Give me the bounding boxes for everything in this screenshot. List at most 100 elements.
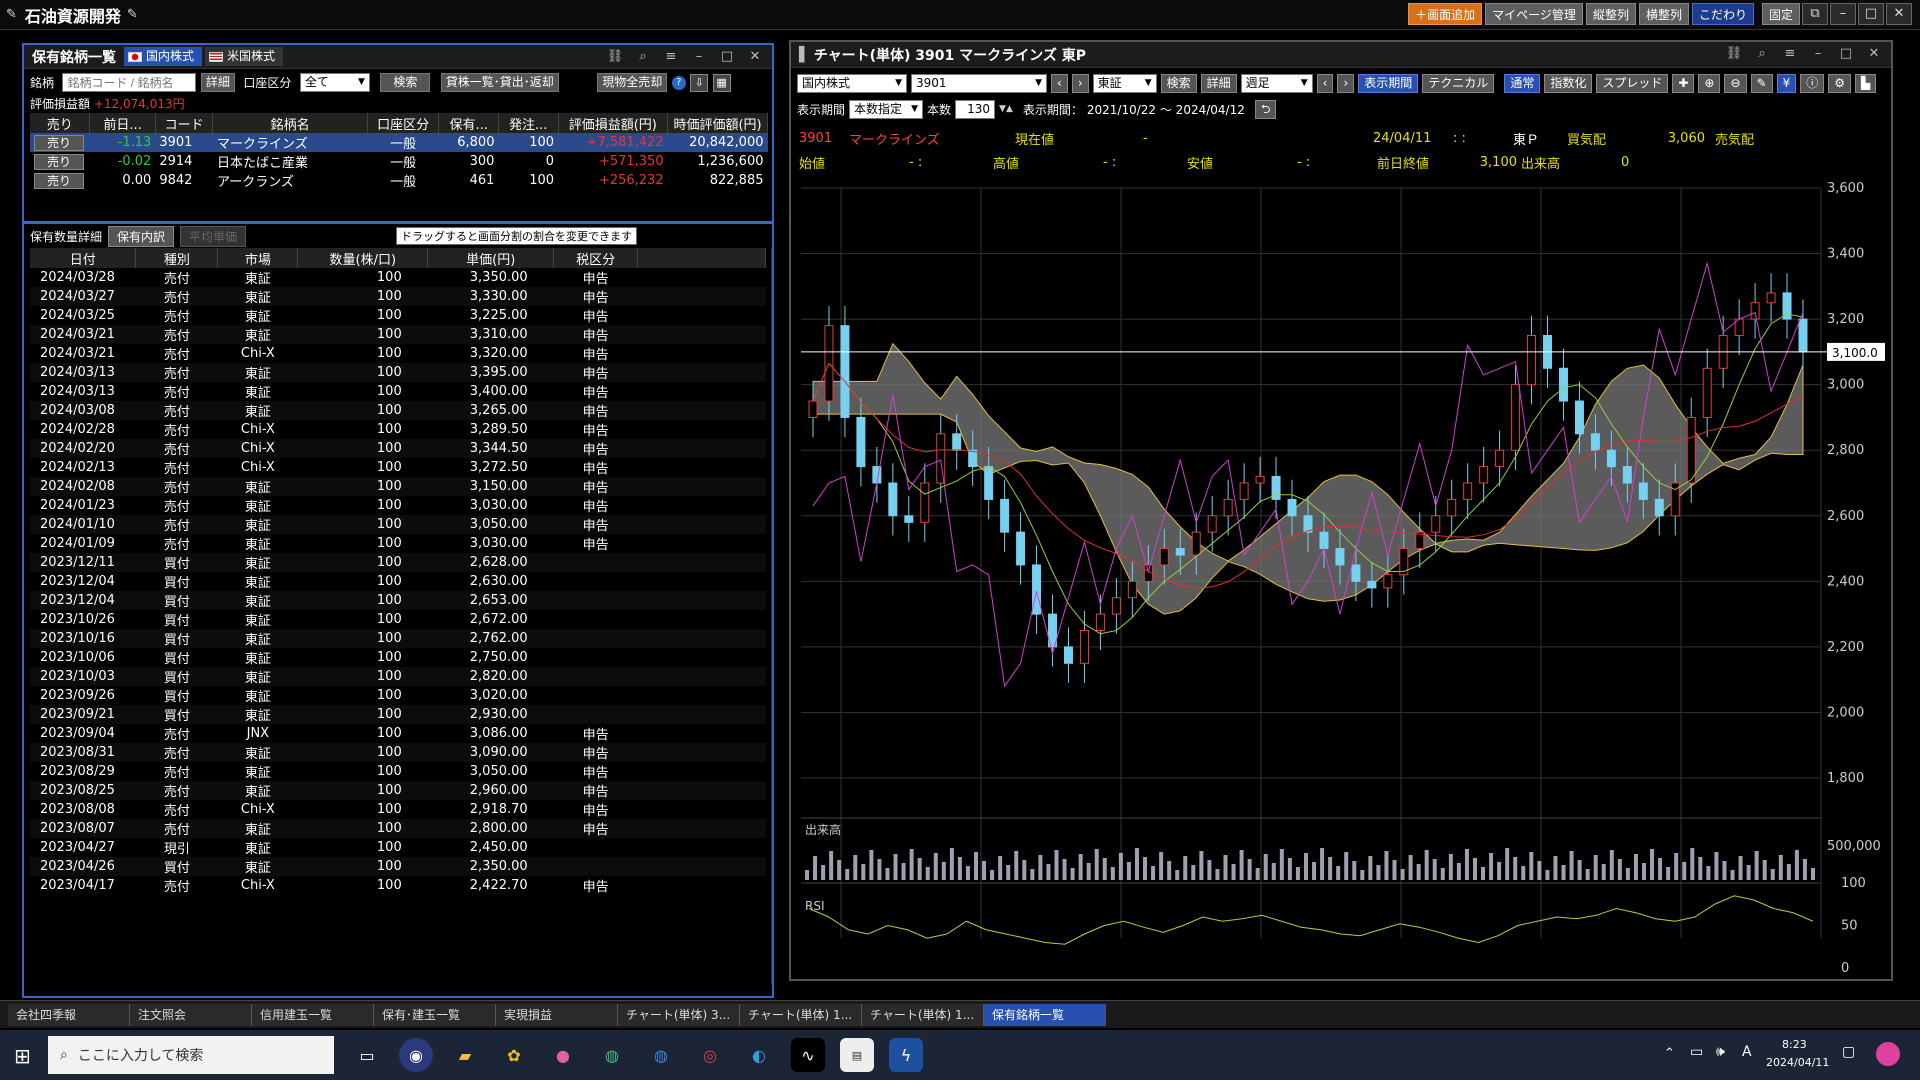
notification-icon[interactable]: ▢: [1842, 1044, 1855, 1060]
task-view-icon[interactable]: ▭: [350, 1038, 384, 1072]
download-icon[interactable]: ⇩: [690, 73, 709, 92]
vertical-align-button[interactable]: 縦整列: [1585, 3, 1636, 25]
detail-col-header[interactable]: 単価(円): [427, 248, 555, 268]
close-icon[interactable]: ✕: [744, 48, 766, 66]
tab-holding-quantity[interactable]: 保有数量詳細: [30, 228, 102, 245]
app-icon-1[interactable]: ◉: [399, 1038, 433, 1072]
table-row[interactable]: 売り -1.13 3901 マークラインズ 一般 6,800 100 +7,581,422 20…: [30, 133, 768, 152]
count-stepper-icon[interactable]: ▼▲: [999, 104, 1013, 114]
tab-us[interactable]: 米国株式: [205, 47, 284, 66]
kodawari-button[interactable]: こだわり: [1691, 3, 1754, 25]
horizontal-align-button[interactable]: 横整列: [1638, 3, 1689, 25]
sell-button[interactable]: 売り: [34, 134, 84, 151]
holdings-col-header[interactable]: 口座区分: [367, 113, 440, 133]
detail-button[interactable]: 詳細: [200, 73, 235, 92]
chart-search-button[interactable]: 検索: [1160, 73, 1197, 93]
next-period-button[interactable]: ›: [1337, 73, 1355, 93]
app-icon-doc[interactable]: ▤: [840, 1038, 874, 1072]
table-row[interactable]: 2024/02/13 売付 Chi-X 100 3,272.50 申告: [30, 458, 766, 477]
zoom-out-icon[interactable]: ⊖: [1724, 73, 1747, 93]
minimize-icon[interactable]: –: [1807, 45, 1829, 63]
period-mode-select[interactable]: 本数指定 ▼: [849, 99, 924, 119]
table-row[interactable]: 2024/03/21 売付 東証 100 3,310.00 申告: [30, 325, 766, 344]
detail-col-header[interactable]: 数量(株/口): [297, 248, 429, 268]
bottom-tab[interactable]: 会社四季報: [8, 1003, 130, 1026]
table-row[interactable]: 2024/01/09 売付 東証 100 3,030.00 申告: [30, 534, 766, 553]
bottom-tab[interactable]: 注文照会: [130, 1003, 252, 1026]
table-row[interactable]: 2023/12/04 買付 東証 100 2,630.00: [30, 572, 766, 591]
detail-col-header[interactable]: 税区分: [553, 248, 639, 268]
exchange-select[interactable]: 東証 ▼: [1092, 73, 1157, 93]
sunflower-icon[interactable]: ✿: [497, 1038, 531, 1072]
table-row[interactable]: 2024/02/08 売付 東証 100 3,150.00 申告: [30, 477, 766, 496]
tray-chevron-icon[interactable]: ⌃: [1664, 1046, 1675, 1061]
sell-all-button[interactable]: 現物全売却: [597, 73, 668, 92]
table-row[interactable]: 2023/08/29 売付 東証 100 3,050.00 申告: [30, 762, 766, 781]
edge-icon[interactable]: ◐: [742, 1038, 776, 1072]
chart-type-icon[interactable]: ▙: [1855, 73, 1877, 93]
avatar-icon[interactable]: [1876, 1042, 1900, 1066]
sell-button[interactable]: 売り: [34, 153, 84, 170]
table-row[interactable]: 2024/03/25 売付 東証 100 3,225.00 申告: [30, 306, 766, 325]
menu-icon[interactable]: ≡: [1779, 45, 1801, 63]
help-icon[interactable]: ?: [671, 75, 686, 90]
info-icon[interactable]: ⓘ: [1800, 73, 1825, 93]
bottom-tab[interactable]: 保有･建玉一覧: [374, 1003, 496, 1026]
globe-icon[interactable]: ◍: [595, 1038, 629, 1072]
table-row[interactable]: 2023/08/25 売付 東証 100 2,960.00 申告: [30, 781, 766, 800]
table-row[interactable]: 2023/12/04 買付 東証 100 2,653.00: [30, 591, 766, 610]
holdings-col-header[interactable]: 保有...: [438, 113, 499, 133]
table-row[interactable]: 2023/08/07 売付 東証 100 2,800.00 申告: [30, 819, 766, 838]
table-row[interactable]: 2023/10/16 買付 東証 100 2,762.00: [30, 629, 766, 648]
add-screen-button[interactable]: ＋画面追加: [1408, 3, 1483, 25]
file-explorer-icon[interactable]: ▰: [448, 1038, 482, 1072]
bottom-tab[interactable]: チャート(単体) 1...: [862, 1003, 984, 1026]
reset-range-icon[interactable]: ⮌: [1254, 99, 1277, 119]
market-select[interactable]: 国内株式 ▼: [797, 73, 907, 93]
spread-button[interactable]: スプレッド: [1596, 73, 1669, 93]
fixed-button[interactable]: 固定: [1761, 3, 1800, 25]
table-row[interactable]: 2024/03/27 売付 東証 100 3,330.00 申告: [30, 287, 766, 306]
table-row[interactable]: 2024/03/13 売付 東証 100 3,395.00 申告: [30, 363, 766, 382]
ticker-input[interactable]: [62, 73, 197, 92]
detail-col-header[interactable]: 日付: [30, 248, 137, 268]
detail-col-header[interactable]: [637, 248, 766, 268]
technical-button[interactable]: テクニカル: [1422, 73, 1495, 93]
link-icon[interactable]: ⛓: [604, 48, 626, 66]
table-row[interactable]: 売り -0.02 2914 日本たばこ産業 一般 300 0 +571,350 1,236,60…: [30, 152, 768, 171]
table-row[interactable]: 2024/01/23 売付 東証 100 3,030.00 申告: [30, 496, 766, 515]
maximize-icon[interactable]: □: [1858, 3, 1884, 25]
grid-icon[interactable]: ▦: [712, 73, 731, 92]
bottom-tab[interactable]: チャート(単体) 1...: [740, 1003, 862, 1026]
index-button[interactable]: 指数化: [1544, 73, 1593, 93]
earth-icon[interactable]: ◍: [644, 1038, 678, 1072]
ime-indicator[interactable]: A: [1742, 1044, 1752, 1060]
table-row[interactable]: 2023/09/21 買付 東証 100 2,930.00: [30, 705, 766, 724]
holdings-col-header[interactable]: 評価損益額(円): [558, 113, 669, 133]
holdings-col-header[interactable]: コード: [155, 113, 214, 133]
detail-col-header[interactable]: 種別: [135, 248, 219, 268]
tab-domestic[interactable]: 国内株式: [124, 47, 203, 66]
maximize-icon[interactable]: □: [1835, 45, 1857, 63]
table-row[interactable]: 2024/03/21 売付 Chi-X 100 3,320.00 申告: [30, 344, 766, 363]
detail-col-header[interactable]: 市場: [217, 248, 299, 268]
prev-code-button[interactable]: ‹: [1051, 73, 1068, 93]
holdings-col-header[interactable]: 前日...: [89, 113, 156, 133]
table-row[interactable]: 2023/10/03 買付 東証 100 2,820.00: [30, 667, 766, 686]
close-icon[interactable]: ✕: [1863, 45, 1885, 63]
app-icon-bolt[interactable]: ϟ: [889, 1038, 923, 1072]
table-row[interactable]: 2023/10/06 買付 東証 100 2,750.00: [30, 648, 766, 667]
menu-icon[interactable]: ≡: [660, 48, 682, 66]
taskbar-search[interactable]: ⌕ ここに入力して検索: [48, 1036, 334, 1074]
lending-button[interactable]: 貸株一覧･貸出･返却: [440, 73, 559, 92]
next-code-button[interactable]: ›: [1071, 73, 1089, 93]
network-icon[interactable]: ▭: [1690, 1044, 1703, 1060]
link-icon[interactable]: ⛓: [1723, 45, 1745, 63]
account-select[interactable]: 全て ▼: [299, 73, 370, 92]
table-row[interactable]: 2023/04/26 買付 東証 100 2,350.00: [30, 857, 766, 876]
price-chart[interactable]: 3,600 3,400 3,200 3,000 2,800 2,600 2,400 2,200…: [791, 178, 1891, 978]
draw-icon[interactable]: ✎: [1750, 73, 1773, 93]
table-row[interactable]: 2023/09/04 売付 JNX 100 3,086.00 申告: [30, 724, 766, 743]
bottom-tab[interactable]: 実現損益: [496, 1003, 618, 1026]
taskbar-time[interactable]: 8:23: [1782, 1038, 1807, 1051]
